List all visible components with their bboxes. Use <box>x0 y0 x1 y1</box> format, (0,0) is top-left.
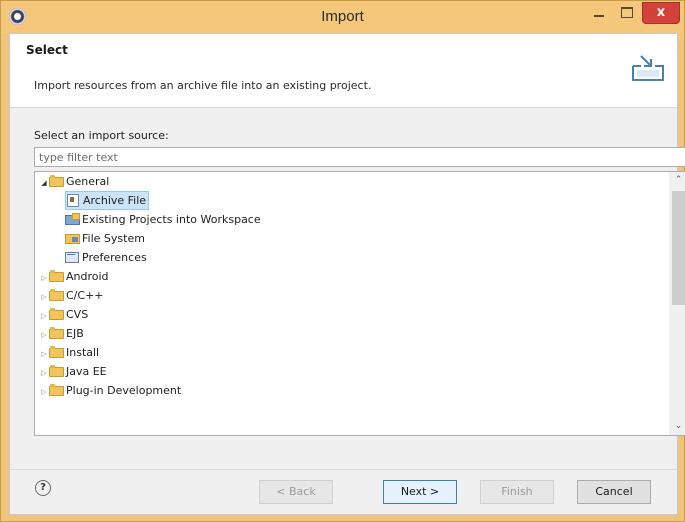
collapse-arrow-icon[interactable]: ◢ <box>39 174 49 193</box>
scroll-up-arrow-icon[interactable]: ⌃ <box>670 172 685 189</box>
back-button[interactable]: < Back <box>259 480 333 504</box>
projects-icon <box>65 213 80 225</box>
tree-item-label: C/C++ <box>66 289 104 302</box>
folder-icon <box>49 289 64 301</box>
tree-item-existing-projects[interactable]: Existing Projects into Workspace <box>65 210 261 229</box>
page-description: Import resources from an archive file in… <box>34 79 372 92</box>
selected-item-highlight: Archive File <box>65 191 150 210</box>
folder-icon <box>49 327 64 339</box>
close-button[interactable]: x <box>642 2 680 24</box>
finish-button[interactable]: Finish <box>480 480 554 504</box>
folder-icon <box>49 384 64 396</box>
window-title: Import <box>321 8 364 25</box>
expand-arrow-icon[interactable]: ▷ <box>39 383 49 402</box>
tree-item-label: Plug-in Development <box>66 384 182 397</box>
preferences-icon <box>65 251 79 263</box>
file-system-icon <box>65 232 80 244</box>
tree-item-plugin-development[interactable]: ▷ Plug-in Development <box>39 381 181 400</box>
scroll-down-arrow-icon[interactable]: ⌄ <box>670 418 685 435</box>
folder-icon <box>49 270 64 282</box>
tree-item-label: Java EE <box>66 365 107 378</box>
dialog-content: Select Import resources from an archive … <box>9 33 685 515</box>
tree-scrollbar[interactable]: ⌃ ⌄ <box>669 172 685 435</box>
scrollbar-thumb[interactable] <box>672 191 685 305</box>
maximize-button[interactable] <box>613 2 640 24</box>
import-dialog: Import x Select Import resources from an… <box>0 0 685 522</box>
next-button[interactable]: Next > <box>383 480 457 504</box>
import-source-label: Select an import source: <box>34 129 169 142</box>
folder-icon <box>49 346 64 358</box>
tree-item-label: Install <box>66 346 100 359</box>
help-icon[interactable]: ? <box>35 480 51 496</box>
folder-icon <box>49 365 64 377</box>
tree-item-android[interactable]: ▷ Android <box>39 267 109 286</box>
tree-item-label: Preferences <box>82 251 147 264</box>
cancel-button[interactable]: Cancel <box>577 480 651 504</box>
tree-item-file-system[interactable]: File System <box>65 229 145 248</box>
wizard-banner: Select Import resources from an archive … <box>10 34 677 108</box>
tree-item-label: Existing Projects into Workspace <box>82 213 261 226</box>
folder-icon <box>49 175 64 187</box>
title-bar[interactable]: Import x <box>1 1 684 33</box>
tree-item-label: File System <box>82 232 145 245</box>
minimize-button[interactable] <box>586 2 613 24</box>
folder-icon <box>49 308 64 320</box>
tree-item-label: Android <box>66 270 109 283</box>
tree-item-general[interactable]: ◢ General <box>39 172 109 191</box>
import-source-tree[interactable]: ◢ General Archive File Existing Projects … <box>34 171 685 436</box>
tree-item-preferences[interactable]: Preferences <box>65 248 147 267</box>
tree-item-label: CVS <box>66 308 89 321</box>
archive-file-icon <box>66 194 80 207</box>
tree-item-ejb[interactable]: ▷ EJB <box>39 324 84 343</box>
footer-divider <box>10 469 677 470</box>
tree-item-install[interactable]: ▷ Install <box>39 343 99 362</box>
tree-item-java-ee[interactable]: ▷ Java EE <box>39 362 107 381</box>
tree-item-archive-file[interactable]: Archive File <box>65 191 150 210</box>
tree-item-label: General <box>66 175 110 188</box>
page-title: Select <box>26 43 68 57</box>
tree-item-label: EJB <box>66 327 84 340</box>
tree-item-label: Archive File <box>83 194 147 207</box>
tree-item-c-cpp[interactable]: ▷ C/C++ <box>39 286 104 305</box>
import-wizard-icon <box>632 55 664 81</box>
tree-item-cvs[interactable]: ▷ CVS <box>39 305 88 324</box>
filter-input[interactable] <box>34 147 685 167</box>
